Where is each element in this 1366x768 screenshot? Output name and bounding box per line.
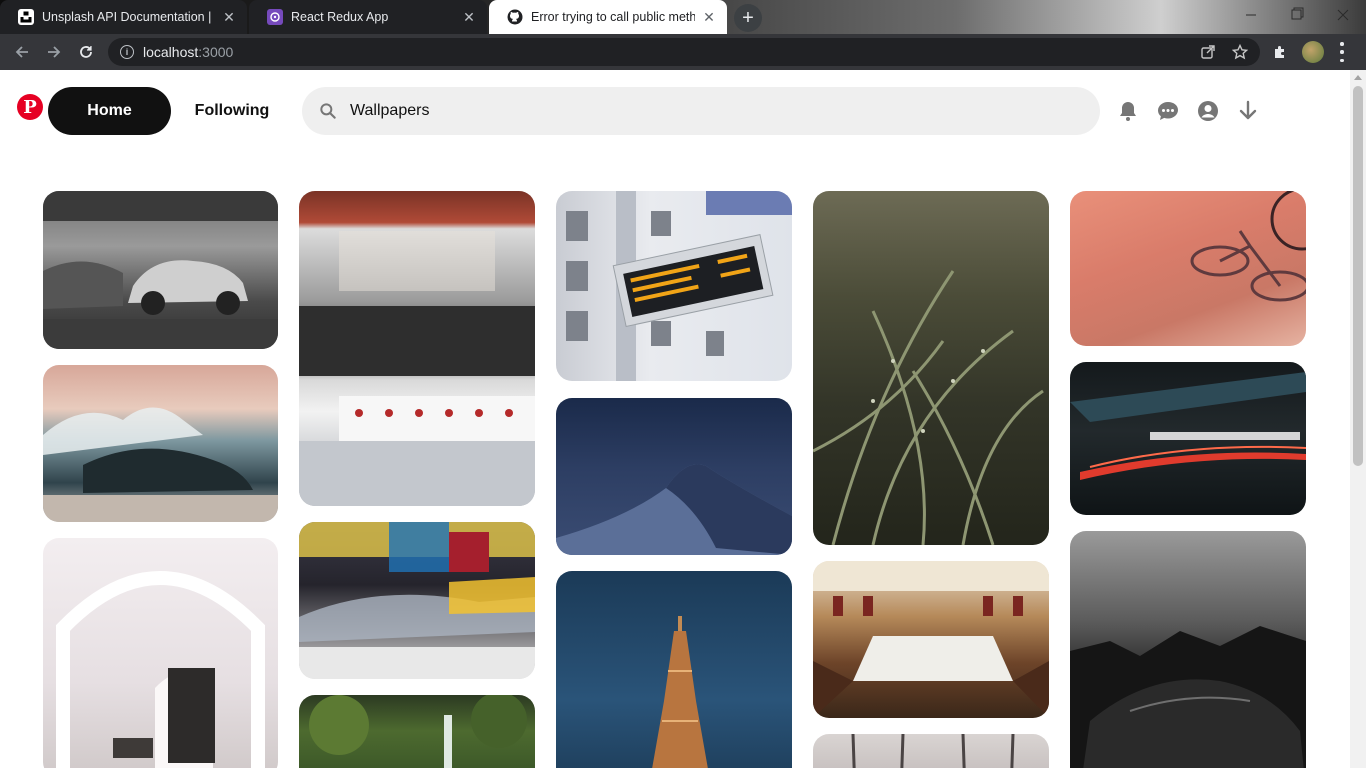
tab-close-icon[interactable]: ✕ — [701, 9, 717, 26]
back-button[interactable] — [8, 38, 36, 66]
pin-image-blue-sand-dune[interactable] — [556, 398, 792, 555]
pin-image-assembly-hall[interactable] — [813, 561, 1049, 718]
scrollbar-thumb[interactable] — [1353, 86, 1363, 466]
bell-icon[interactable] — [1116, 99, 1140, 123]
search-input[interactable] — [350, 102, 1050, 120]
browser-tab-unsplash[interactable]: Unsplash API Documentation | Fr ✕ — [0, 0, 247, 34]
github-icon — [507, 9, 523, 25]
pinterest-page: P Home Following — [0, 70, 1350, 768]
tab-title: Unsplash API Documentation | Fr — [42, 10, 215, 24]
page-scrollbar[interactable] — [1350, 70, 1366, 768]
reload-icon — [80, 46, 92, 58]
pin-image-bare-trees[interactable] — [813, 734, 1049, 768]
pin-image-eiffel-tower[interactable] — [556, 571, 792, 768]
pin-image-black-car-silhouette[interactable] — [1070, 531, 1306, 768]
pin-image-ocean-wave-sunset[interactable] — [43, 365, 278, 522]
pin-image-diner-kitchen[interactable] — [299, 191, 535, 506]
pin-image-bicycle-shadow[interactable] — [1070, 191, 1306, 346]
pin-image-waterfall-forest[interactable] — [299, 695, 535, 768]
account-icon[interactable] — [1196, 99, 1220, 123]
pin-image-vintage-car-garage[interactable] — [43, 191, 278, 349]
new-tab-button[interactable]: + — [734, 4, 762, 32]
redux-icon — [267, 9, 283, 25]
pin-image-grass-dew[interactable] — [813, 191, 1049, 545]
address-host: localhost — [143, 44, 199, 60]
forward-button[interactable] — [40, 38, 68, 66]
arrow-left-icon — [15, 46, 28, 58]
search-bar[interactable] — [302, 87, 1100, 135]
address-port: :3000 — [198, 44, 234, 60]
minimize-button[interactable] — [1228, 0, 1274, 30]
reload-button[interactable] — [72, 38, 100, 66]
close-window-button[interactable] — [1320, 0, 1366, 30]
arrow-right-icon — [48, 46, 61, 58]
address-bar[interactable]: i localhost:3000 — [108, 38, 1260, 66]
browser-tab-react-redux[interactable]: React Redux App ✕ — [249, 0, 487, 34]
profile-avatar[interactable] — [1302, 41, 1324, 63]
site-info-icon[interactable]: i — [120, 45, 134, 59]
pin-image-light-trails-tunnel[interactable] — [1070, 362, 1306, 515]
browser-tab-github[interactable]: Error trying to call public metho ✕ — [489, 0, 727, 34]
pinterest-logo[interactable]: P — [17, 94, 43, 120]
chat-icon[interactable] — [1156, 99, 1180, 123]
pin-image-departure-sign[interactable] — [556, 191, 792, 381]
tab-close-icon[interactable]: ✕ — [461, 9, 477, 26]
unsplash-icon — [18, 9, 34, 25]
download-arrow-icon[interactable] — [1236, 99, 1260, 123]
nav-following-button[interactable]: Following — [180, 87, 284, 135]
nav-home-button[interactable]: Home — [48, 87, 171, 135]
tab-title: Error trying to call public metho — [531, 10, 695, 24]
pin-image-white-arched-hallway[interactable] — [43, 538, 278, 768]
tab-close-icon[interactable]: ✕ — [221, 9, 237, 26]
bookmark-star-icon[interactable] — [1231, 43, 1249, 60]
scroll-up-arrow-icon[interactable] — [1354, 75, 1362, 80]
browser-menu-icon[interactable] — [1340, 42, 1344, 62]
share-icon[interactable] — [1200, 44, 1216, 60]
pin-image-times-square-traffic[interactable] — [299, 522, 535, 679]
search-icon — [320, 103, 336, 119]
restore-button[interactable] — [1274, 0, 1320, 30]
extensions-puzzle-icon[interactable] — [1272, 44, 1288, 60]
browser-tabstrip: Unsplash API Documentation | Fr ✕ React … — [0, 0, 1366, 34]
tab-title: React Redux App — [291, 10, 389, 24]
